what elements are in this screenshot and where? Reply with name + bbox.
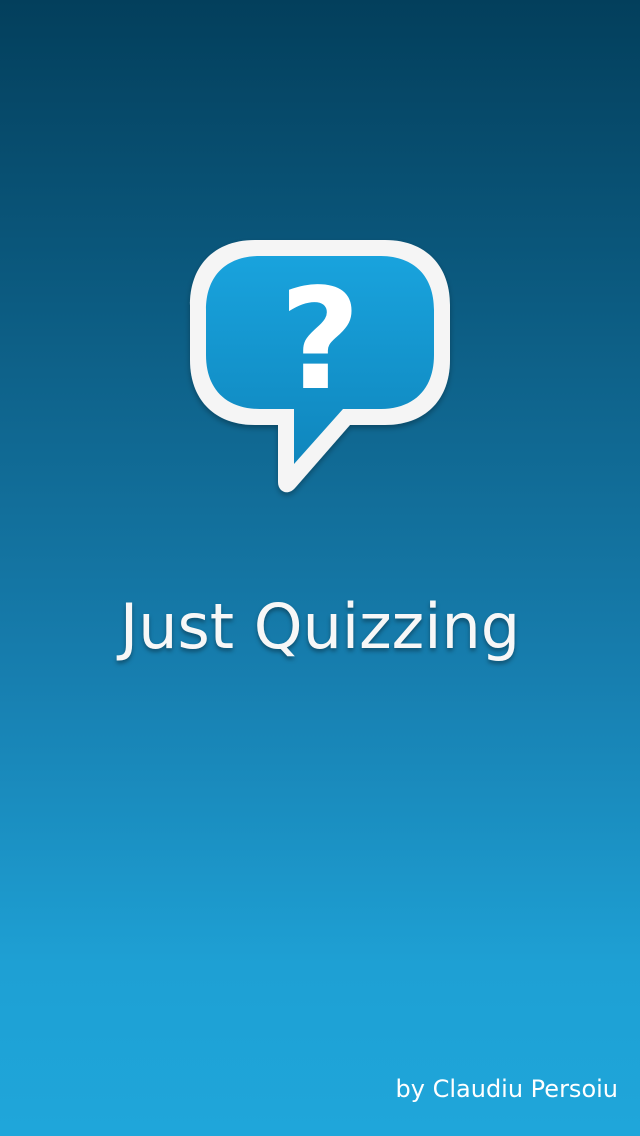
- question-bubble-icon: ?: [190, 240, 450, 493]
- author-credit: by Claudiu Persoiu: [395, 1075, 618, 1103]
- splash-screen: ? Just Quizzing by Claudiu Persoiu: [0, 0, 640, 1136]
- question-glyph: ?: [279, 259, 360, 422]
- app-title: Just Quizzing: [119, 590, 521, 663]
